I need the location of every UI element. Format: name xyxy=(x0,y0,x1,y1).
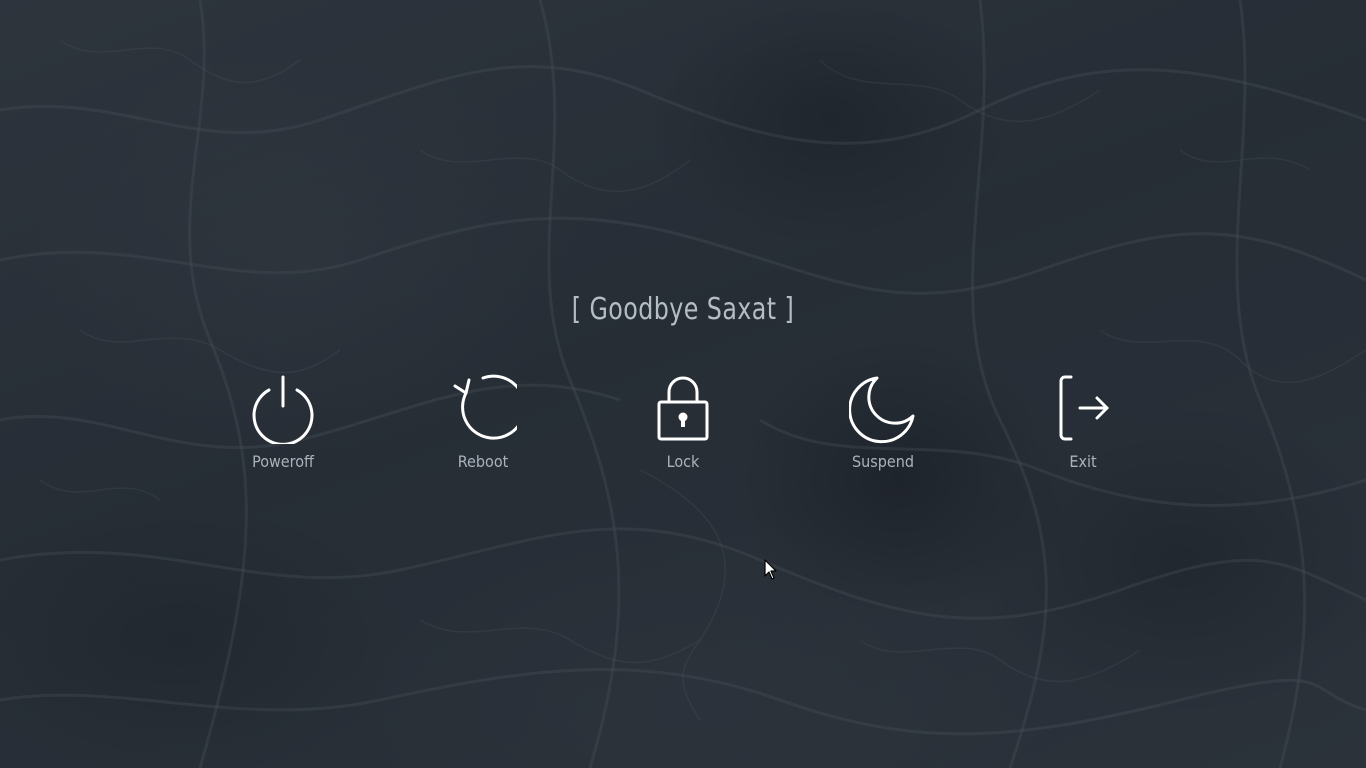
suspend-label: Suspend xyxy=(851,452,915,471)
lock-icon xyxy=(649,372,717,444)
power-icon xyxy=(249,372,317,444)
exit-button[interactable]: Exit xyxy=(1023,372,1143,480)
reboot-button[interactable]: Reboot xyxy=(423,372,543,480)
lock-button[interactable]: Lock xyxy=(623,372,743,480)
moon-icon xyxy=(849,372,917,444)
reboot-icon xyxy=(449,372,517,444)
exit-icon xyxy=(1049,372,1117,444)
mouse-cursor-icon xyxy=(764,559,778,581)
suspend-button[interactable]: Suspend xyxy=(823,372,943,480)
reboot-label: Reboot xyxy=(457,452,509,471)
power-options: Poweroff Reboot Lock Suspend Exit xyxy=(0,0,1366,768)
lock-label: Lock xyxy=(666,452,700,471)
poweroff-label: Poweroff xyxy=(252,452,314,471)
exit-label: Exit xyxy=(1069,452,1097,471)
poweroff-button[interactable]: Poweroff xyxy=(223,372,343,480)
